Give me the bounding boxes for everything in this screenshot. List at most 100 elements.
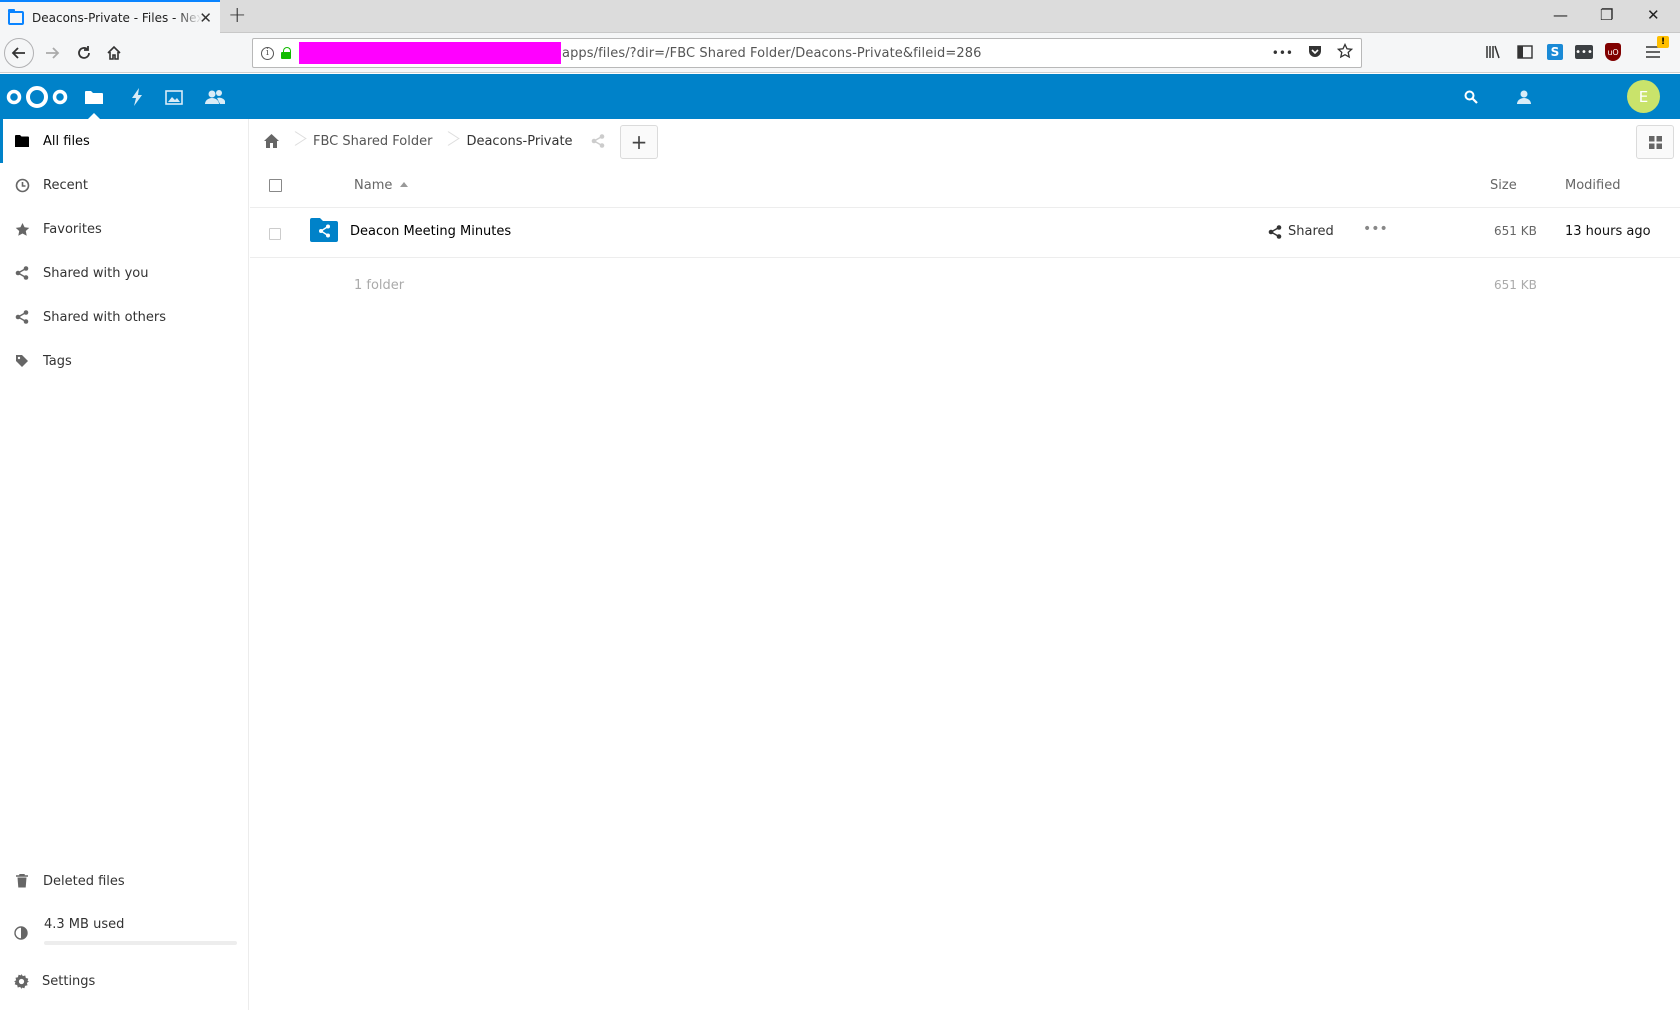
tab-title: Deacons-Private - Files - Nextcloud [32, 10, 202, 25]
tag-icon [14, 353, 30, 369]
sidebar-item-all-files[interactable]: All files [0, 119, 248, 163]
sidebar-item-shared-with-others[interactable]: Shared with others [0, 295, 248, 339]
folder-favicon-icon [8, 8, 24, 25]
window-close-button[interactable]: ✕ [1647, 6, 1660, 24]
column-name-header[interactable]: Name [354, 178, 409, 193]
files-app-icon[interactable] [83, 86, 105, 108]
back-button[interactable] [4, 38, 34, 68]
hamburger-menu-icon[interactable]: ! [1643, 36, 1669, 62]
file-modified: 13 hours ago [1565, 224, 1651, 239]
sidebar-item-label: Tags [43, 353, 72, 369]
row-select-checkbox[interactable] [269, 228, 281, 240]
redacted-domain [299, 42, 561, 64]
star-icon [14, 221, 30, 237]
table-row[interactable]: Deacon Meeting Minutes Shared ••• 651 KB… [250, 208, 1680, 258]
more-actions-icon[interactable]: ••• [1363, 221, 1388, 237]
sidebar-item-label: Favorites [43, 221, 102, 237]
arrow-left-icon [11, 47, 25, 59]
contacts-menu-icon[interactable] [1513, 86, 1535, 108]
reload-button[interactable] [70, 39, 98, 67]
nextcloud-logo-icon[interactable] [6, 84, 68, 110]
home-icon [264, 134, 279, 148]
select-all-checkbox[interactable] [269, 179, 282, 192]
contacts-app-icon[interactable] [204, 86, 226, 108]
sidebar-item-deleted-files[interactable]: Deleted files [0, 859, 248, 903]
bookmark-star-icon[interactable] [1337, 43, 1353, 59]
files-main-content: FBC Shared Folder Deacons-Private + Name… [250, 119, 1680, 1010]
user-avatar[interactable]: E [1627, 80, 1660, 113]
share-icon [14, 309, 30, 325]
sidebar-item-label: Deleted files [43, 873, 125, 889]
app-navigation-sidebar: All files Recent Favorites Shared with y… [0, 119, 249, 1010]
share-action-button[interactable]: Shared [1268, 224, 1334, 239]
browser-nav-bar: i apps/files/?dir=/FBC Shared Folder/Dea… [0, 33, 1680, 73]
pocket-icon[interactable] [1307, 43, 1323, 59]
sidebar-item-shared-with-you[interactable]: Shared with you [0, 251, 248, 295]
lock-icon [281, 47, 291, 59]
sidebar-item-tags[interactable]: Tags [0, 339, 248, 383]
breadcrumb-home[interactable] [250, 119, 291, 163]
summary-count: 1 folder [354, 278, 405, 293]
reload-icon [78, 46, 90, 59]
shared-folder-icon [310, 218, 338, 242]
breadcrumb: FBC Shared Folder Deacons-Private [250, 119, 627, 163]
window-restore-button[interactable]: ❐ [1600, 6, 1613, 24]
column-size-header[interactable]: Size [1490, 178, 1517, 193]
sidebar-item-favorites[interactable]: Favorites [0, 207, 248, 251]
column-modified-header[interactable]: Modified [1565, 178, 1620, 193]
library-icon[interactable] [1483, 42, 1503, 62]
sidebar-item-label: All files [43, 133, 90, 149]
gear-icon [13, 973, 29, 989]
forward-button[interactable] [38, 39, 66, 67]
pie-chart-icon [14, 926, 28, 944]
new-tab-button[interactable]: + [228, 3, 246, 28]
app-header: E [0, 74, 1680, 119]
page-actions-icon[interactable]: ••• [1272, 43, 1293, 63]
window-minimize-button[interactable]: — [1553, 6, 1568, 24]
sidebar-item-label: Settings [42, 973, 96, 989]
grid-icon [1648, 135, 1662, 149]
sort-ascending-icon [400, 182, 409, 187]
update-warning-icon: ! [1657, 36, 1669, 48]
share-action-label: Shared [1288, 224, 1334, 239]
sidebar-toggle-icon[interactable] [1515, 42, 1535, 62]
quota-progress-bar [44, 941, 237, 945]
browser-tab-active[interactable]: Deacons-Private - Files - Nextcloud ✕ [0, 0, 220, 33]
share-icon[interactable] [591, 134, 605, 148]
browser-tab-bar: Deacons-Private - Files - Nextcloud ✕ + … [0, 0, 1680, 33]
breadcrumb-item[interactable]: FBC Shared Folder [301, 119, 444, 163]
arrow-right-icon [46, 47, 60, 59]
sidebar-item-settings[interactable]: Settings [0, 959, 248, 1003]
home-button[interactable] [100, 39, 128, 67]
summary-size: 651 KB [1494, 278, 1537, 292]
ublock-extension-icon[interactable]: uO [1605, 43, 1621, 61]
url-text: apps/files/?dir=/FBC Shared Folder/Deaco… [562, 45, 982, 61]
address-bar[interactable]: i apps/files/?dir=/FBC Shared Folder/Dea… [252, 38, 1362, 68]
password-extension-icon[interactable]: ••• [1575, 45, 1593, 59]
skype-extension-icon[interactable]: S [1547, 44, 1563, 60]
file-list-header: Name Size Modified [250, 163, 1680, 208]
breadcrumb-separator [444, 119, 454, 163]
storage-quota[interactable]: 4.3 MB used [0, 911, 248, 955]
site-info-icon[interactable]: i [261, 46, 274, 60]
trash-icon [14, 873, 30, 889]
breadcrumb-current-label: Deacons-Private [466, 133, 573, 149]
home-icon [107, 45, 121, 60]
activity-app-icon[interactable] [126, 86, 148, 108]
sidebar-item-recent[interactable]: Recent [0, 163, 248, 207]
file-size: 651 KB [1494, 224, 1537, 238]
breadcrumb-current[interactable]: Deacons-Private [454, 119, 616, 163]
breadcrumb-separator [291, 119, 301, 163]
folder-icon [14, 133, 30, 149]
new-file-button[interactable]: + [620, 125, 658, 159]
file-list-summary: 1 folder 651 KB [250, 258, 1680, 314]
tab-close-icon[interactable]: ✕ [199, 9, 212, 27]
sidebar-item-label: Shared with others [43, 309, 167, 325]
grid-view-toggle[interactable] [1636, 125, 1674, 159]
file-name[interactable]: Deacon Meeting Minutes [350, 224, 511, 239]
sidebar-item-label: Shared with you [43, 265, 149, 281]
share-icon [14, 265, 30, 281]
sidebar-item-label: Recent [43, 177, 88, 193]
gallery-app-icon[interactable] [163, 86, 185, 108]
search-icon[interactable] [1460, 86, 1482, 108]
